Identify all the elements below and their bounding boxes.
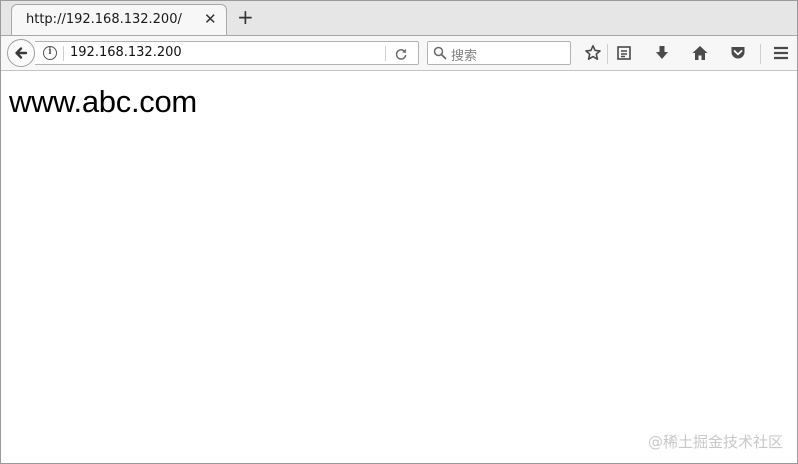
new-tab-button[interactable]: +: [237, 7, 254, 27]
pocket-icon[interactable]: [729, 44, 747, 62]
url-input[interactable]: 192.168.132.200: [70, 45, 182, 60]
navigation-toolbar: i 192.168.132.200 搜索: [1, 35, 797, 71]
page-content: www.abc.com @稀土掘金技术社区: [1, 71, 797, 463]
tab-title: http://192.168.132.200/: [26, 12, 182, 27]
info-icon[interactable]: i: [43, 46, 57, 60]
download-icon[interactable]: [653, 44, 671, 62]
menu-icon[interactable]: [772, 44, 790, 62]
bookmark-star-icon[interactable]: [584, 44, 602, 62]
reader-list-icon[interactable]: [615, 44, 633, 62]
search-bar[interactable]: 搜索: [427, 41, 571, 65]
browser-window: http://192.168.132.200/ ✕ + i 192.168.13…: [0, 0, 798, 464]
page-heading: www.abc.com: [9, 84, 197, 119]
search-icon: [433, 46, 447, 60]
back-arrow-icon: [15, 47, 28, 59]
home-icon[interactable]: [691, 44, 709, 62]
search-input[interactable]: 搜索: [451, 45, 477, 64]
url-separator: [63, 46, 64, 61]
toolbar-separator: [607, 44, 608, 64]
tab-strip: http://192.168.132.200/ ✕ +: [1, 1, 797, 35]
url-bar[interactable]: i 192.168.132.200: [35, 41, 419, 65]
toolbar-separator: [760, 44, 761, 64]
back-button[interactable]: [7, 39, 35, 67]
reload-separator: [385, 46, 386, 61]
reload-icon[interactable]: [393, 46, 409, 62]
watermark: @稀土掘金技术社区: [647, 433, 783, 451]
tab-close-icon[interactable]: ✕: [204, 9, 217, 29]
tab-active[interactable]: http://192.168.132.200/ ✕: [11, 4, 227, 35]
